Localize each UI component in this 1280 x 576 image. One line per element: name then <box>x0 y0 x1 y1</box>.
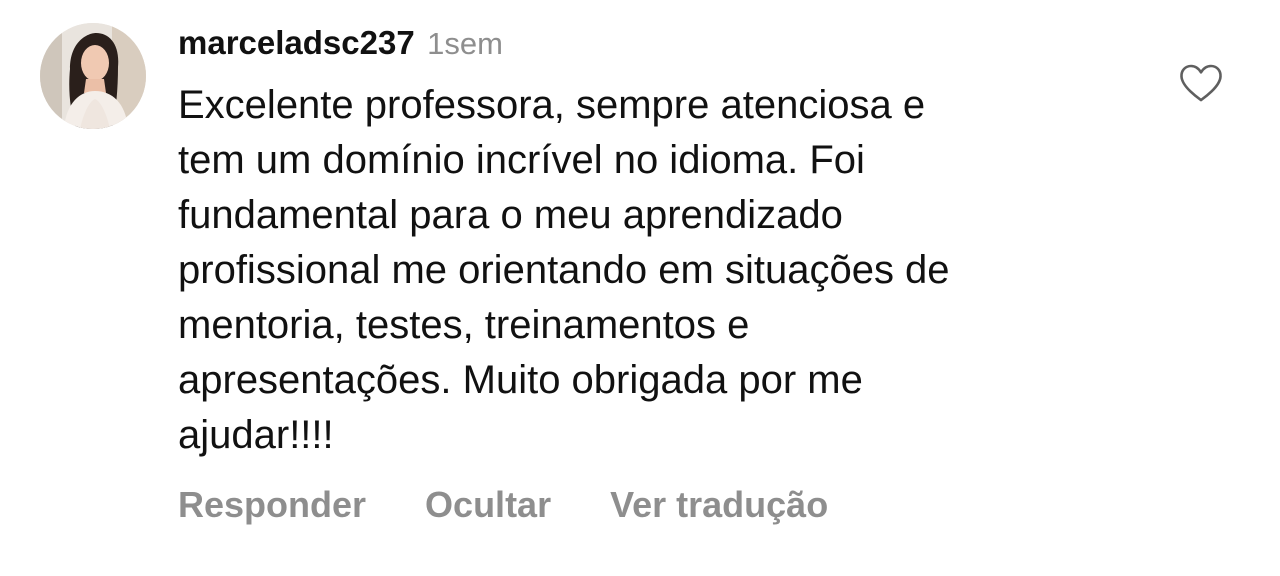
like-button[interactable] <box>1178 63 1224 103</box>
comment-text: Excelente professora, sempre atenciosa e… <box>178 83 950 457</box>
comment-meta: marceladsc237 1sem <box>178 22 503 71</box>
avatar-photo <box>40 23 146 129</box>
hide-button[interactable]: Ocultar <box>425 480 551 530</box>
translate-button[interactable]: Ver tradução <box>610 480 828 530</box>
timestamp[interactable]: 1sem <box>427 26 503 61</box>
username-link[interactable]: marceladsc237 <box>178 24 415 61</box>
comment-item: marceladsc237 1sem Excelente professora,… <box>0 0 1280 576</box>
heart-outline-icon <box>1180 64 1222 102</box>
comment-actions: Responder Ocultar Ver tradução <box>178 480 828 530</box>
avatar[interactable] <box>40 23 146 129</box>
reply-button[interactable]: Responder <box>178 480 366 530</box>
